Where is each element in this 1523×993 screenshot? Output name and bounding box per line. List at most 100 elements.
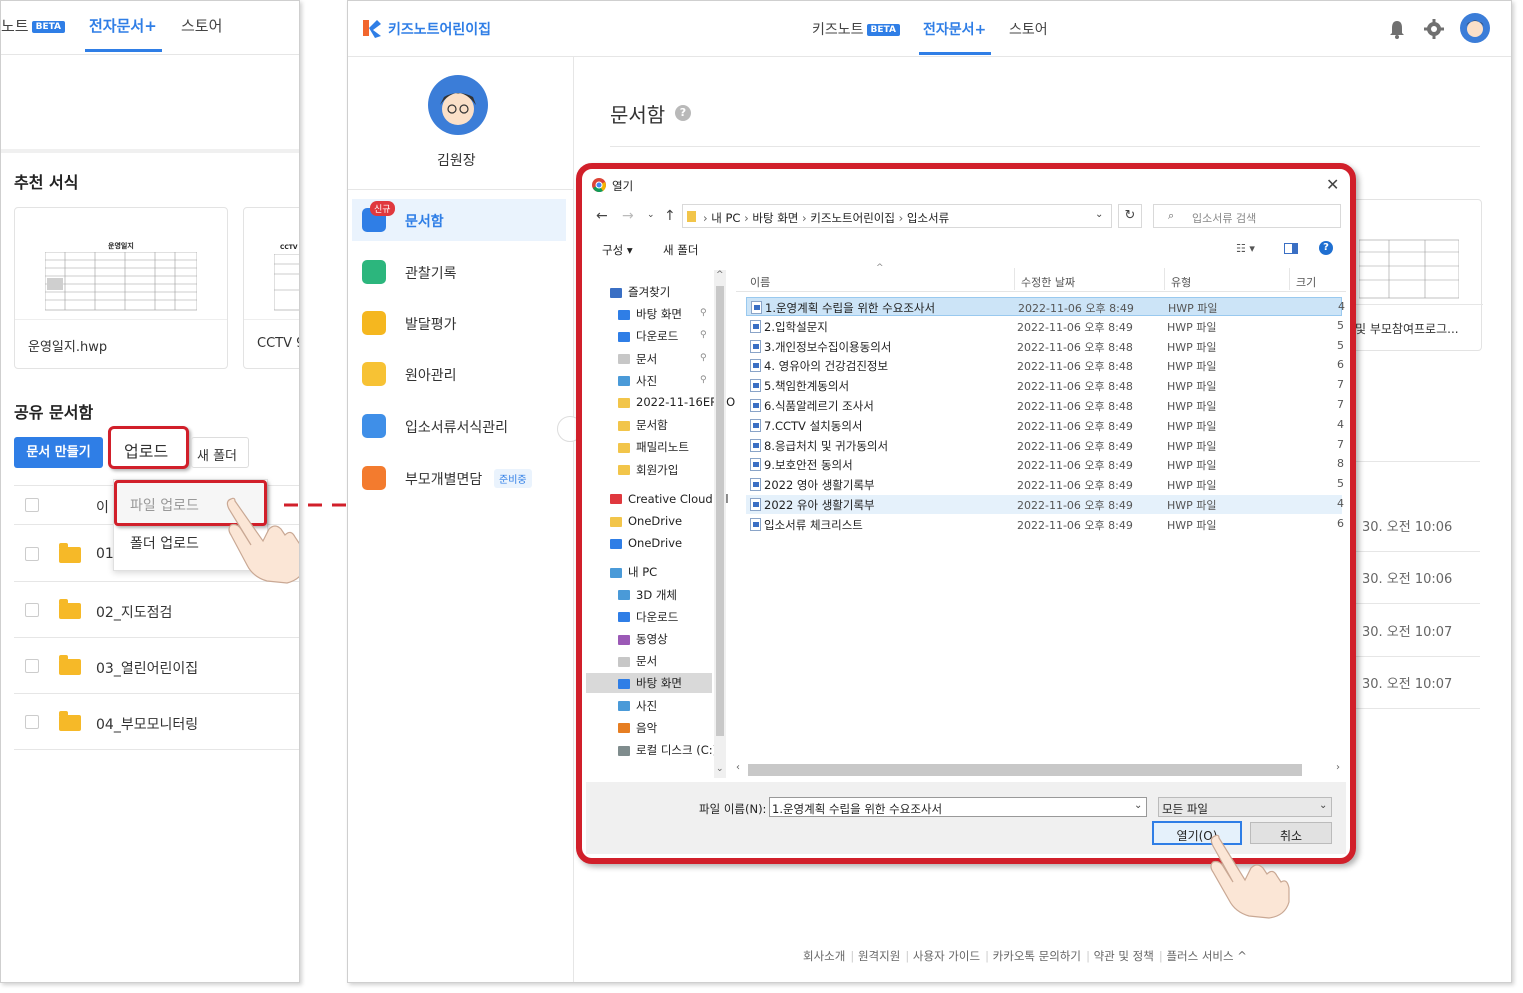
back-arrow-icon[interactable]: ← bbox=[596, 208, 608, 224]
file-type-select[interactable]: 모든 파일 ⌄ bbox=[1158, 797, 1332, 817]
tab-store[interactable]: 스토어 bbox=[1009, 19, 1048, 39]
avatar[interactable] bbox=[1460, 13, 1490, 43]
file-row[interactable]: 5.책임한계동의서 2022-11-06 오후 8:48 HWP 파일 7 bbox=[746, 376, 1344, 395]
forward-arrow-icon[interactable]: → bbox=[622, 208, 634, 224]
tree-item[interactable]: 패밀리노트 bbox=[618, 439, 689, 455]
file-row[interactable]: 7.CCTV 설치동의서 2022-11-06 오후 8:49 HWP 파일 4 bbox=[746, 416, 1344, 435]
file-row[interactable]: 2.입학설문지 2022-11-06 오후 8:49 HWP 파일 5 bbox=[746, 317, 1344, 336]
horizontal-scrollbar[interactable] bbox=[748, 764, 1302, 776]
tree-item[interactable]: 음악 bbox=[618, 720, 657, 736]
scroll-up-icon[interactable]: ^ bbox=[716, 270, 724, 280]
chevron-down-icon[interactable]: ⌄ bbox=[647, 210, 655, 220]
footer-remote-support[interactable]: 원격지원 bbox=[858, 949, 900, 963]
close-icon[interactable]: ✕ bbox=[1326, 175, 1339, 194]
tree-item[interactable]: 다운로드 bbox=[618, 328, 678, 344]
filename-field[interactable]: 1.운영계획 수립을 위한 수요조사서 ⌄ bbox=[769, 797, 1147, 817]
file-row[interactable]: 입소서류 체크리스트 2022-11-06 오후 8:49 HWP 파일 6 bbox=[746, 515, 1344, 534]
tab-kidsnote[interactable]: 키즈노트 BETA bbox=[812, 19, 900, 39]
footer-terms[interactable]: 약관 및 정책 bbox=[1094, 949, 1154, 963]
view-list-icon[interactable]: ☷ ▾ bbox=[1236, 242, 1255, 255]
tab-edocs[interactable]: 전자문서+ bbox=[923, 19, 986, 39]
footer-kakao-inquiry[interactable]: 카카오톡 문의하기 bbox=[993, 949, 1081, 963]
breadcrumb-desktop[interactable]: 바탕 화면 bbox=[752, 211, 798, 225]
folder-upload-option[interactable]: 폴더 업로드 bbox=[130, 533, 199, 553]
column-name[interactable]: 이름 bbox=[750, 274, 770, 290]
sidebar-item-observation[interactable]: 관찰기록 bbox=[348, 251, 570, 293]
address-bar[interactable]: › 내 PC › 바탕 화면 › 키즈노트어린이집 › 입소서류 ⌄ bbox=[682, 204, 1112, 228]
file-row[interactable]: 3.개인정보수집이용동의서 2022-11-06 오후 8:48 HWP 파일 5 bbox=[746, 337, 1344, 356]
tree-item[interactable]: 다운로드 bbox=[618, 609, 678, 625]
new-folder-button[interactable]: 새 폴더 bbox=[663, 242, 698, 258]
chevron-down-icon[interactable]: ⌄ bbox=[1095, 209, 1103, 220]
sidebar-item-parent-meeting[interactable]: 부모개별면담 준비중 bbox=[348, 457, 570, 499]
tree-item[interactable]: OneDrive bbox=[610, 514, 682, 528]
tab-store[interactable]: 스토어 bbox=[181, 15, 222, 36]
gear-icon[interactable] bbox=[1424, 19, 1444, 39]
row-name[interactable]: 02_지도점검 bbox=[96, 602, 172, 622]
row-name[interactable]: 03_열린어린이집 bbox=[96, 658, 198, 678]
column-date[interactable]: 수정한 날짜 bbox=[1021, 274, 1075, 290]
up-arrow-icon[interactable]: ↑ bbox=[664, 208, 676, 224]
tree-item[interactable]: 즐겨찾기 bbox=[610, 284, 670, 300]
chevron-down-icon[interactable]: ⌄ bbox=[1134, 800, 1142, 811]
tab-edocs[interactable]: 전자문서+ bbox=[89, 15, 157, 36]
sidebar-item-children[interactable]: 원아관리 bbox=[348, 353, 570, 395]
column-size[interactable]: 크기 bbox=[1296, 274, 1316, 290]
breadcrumb-kindergarten[interactable]: 키즈노트어린이집 bbox=[810, 211, 895, 225]
footer-plus-service[interactable]: 플러스 서비스 ^ bbox=[1166, 949, 1246, 963]
row-checkbox[interactable] bbox=[25, 715, 39, 729]
file-row[interactable]: 4. 영유아의 건강검진정보 2022-11-06 오후 8:48 HWP 파일 6 bbox=[746, 356, 1344, 375]
kindergarten-name[interactable]: 키즈노트어린이집 bbox=[388, 19, 491, 39]
upload-button[interactable]: 업로드 bbox=[108, 426, 189, 469]
sidebar-item-forms[interactable]: 입소서류서식관리 bbox=[348, 405, 570, 447]
tree-item[interactable]: Creative Cloud Fil bbox=[610, 492, 729, 506]
tree-item[interactable]: 내 PC bbox=[610, 564, 657, 580]
row-checkbox[interactable] bbox=[25, 498, 39, 512]
refresh-icon[interactable]: ↻ bbox=[1118, 204, 1142, 228]
file-row[interactable]: 1.운영계획 수립을 위한 수요조사서 2022-11-06 오후 8:49 HWP… bbox=[746, 297, 1345, 316]
scroll-down-icon[interactable]: ⌄ bbox=[716, 764, 724, 774]
create-document-button[interactable]: 문서 만들기 bbox=[14, 437, 103, 468]
tree-item[interactable]: 사진 bbox=[618, 373, 657, 389]
bell-icon[interactable] bbox=[1388, 19, 1406, 39]
tree-item[interactable]: 사진 bbox=[618, 698, 657, 714]
tree-item[interactable]: 동영상 bbox=[618, 631, 668, 647]
file-row[interactable]: 6.식품알레르기 조사서 2022-11-06 오후 8:48 HWP 파일 7 bbox=[746, 396, 1344, 415]
search-input[interactable]: 입소서류 검색 bbox=[1192, 210, 1256, 226]
template-card[interactable]: 운영일지 운영일지.hwp bbox=[14, 207, 228, 369]
file-row[interactable]: 8.응급처치 및 귀가동의서 2022-11-06 오후 8:49 HWP 파일 7 bbox=[746, 436, 1344, 455]
breadcrumb-pc[interactable]: 내 PC bbox=[711, 211, 740, 225]
sidebar-item-development[interactable]: 발달평가 bbox=[348, 302, 570, 344]
row-checkbox[interactable] bbox=[25, 603, 39, 617]
tree-item[interactable]: 3D 개체 bbox=[618, 587, 677, 603]
row-name[interactable]: 04_부모모니터링 bbox=[96, 714, 198, 734]
column-type[interactable]: 유형 bbox=[1171, 274, 1191, 290]
tree-item[interactable]: 문서 bbox=[618, 351, 657, 367]
row-name[interactable]: 01 bbox=[96, 546, 114, 562]
tree-item[interactable]: 로컬 디스크 (C:) bbox=[618, 742, 717, 758]
file-row[interactable]: 2022 유아 생활기록부 2022-11-06 오후 8:49 HWP 파일 4 bbox=[746, 495, 1344, 514]
new-folder-button[interactable]: 새 폴더 bbox=[191, 437, 249, 468]
organize-button[interactable]: 구성 ▾ bbox=[602, 242, 633, 258]
tree-item[interactable]: 문서 bbox=[618, 653, 657, 669]
help-icon[interactable]: ? bbox=[675, 105, 691, 121]
help-icon[interactable]: ? bbox=[1319, 241, 1333, 255]
row-checkbox[interactable] bbox=[25, 659, 39, 673]
tree-item[interactable]: 회원가입 bbox=[618, 462, 678, 478]
search-box[interactable]: ⌕ 입소서류 검색 bbox=[1153, 204, 1341, 228]
tree-scroll-thumb[interactable] bbox=[716, 286, 724, 736]
breadcrumb-admission[interactable]: 입소서류 bbox=[907, 211, 949, 225]
tree-item[interactable]: 바탕 화면 bbox=[586, 673, 712, 694]
file-row[interactable]: 9.보호안전 동의서 2022-11-06 오후 8:49 HWP 파일 8 bbox=[746, 455, 1344, 474]
scroll-left-icon[interactable]: ‹ bbox=[736, 762, 740, 773]
template-card[interactable]: CCTV CCTV 9 bbox=[243, 207, 299, 369]
tree-item[interactable]: 바탕 화면 bbox=[618, 306, 682, 322]
filename-input[interactable]: 1.운영계획 수립을 위한 수요조사서 bbox=[772, 801, 942, 817]
preview-pane-icon[interactable] bbox=[1284, 243, 1298, 254]
footer-user-guide[interactable]: 사용자 가이드 bbox=[913, 949, 980, 963]
tree-item[interactable]: OneDrive bbox=[610, 536, 682, 550]
row-checkbox[interactable] bbox=[25, 547, 39, 561]
tree-item[interactable]: 문서함 bbox=[618, 417, 668, 433]
file-row[interactable]: 2022 영아 생활기록부 2022-11-06 오후 8:49 HWP 파일 5 bbox=[746, 475, 1344, 494]
sidebar-item-documents[interactable]: 신규 문서함 bbox=[352, 199, 566, 241]
